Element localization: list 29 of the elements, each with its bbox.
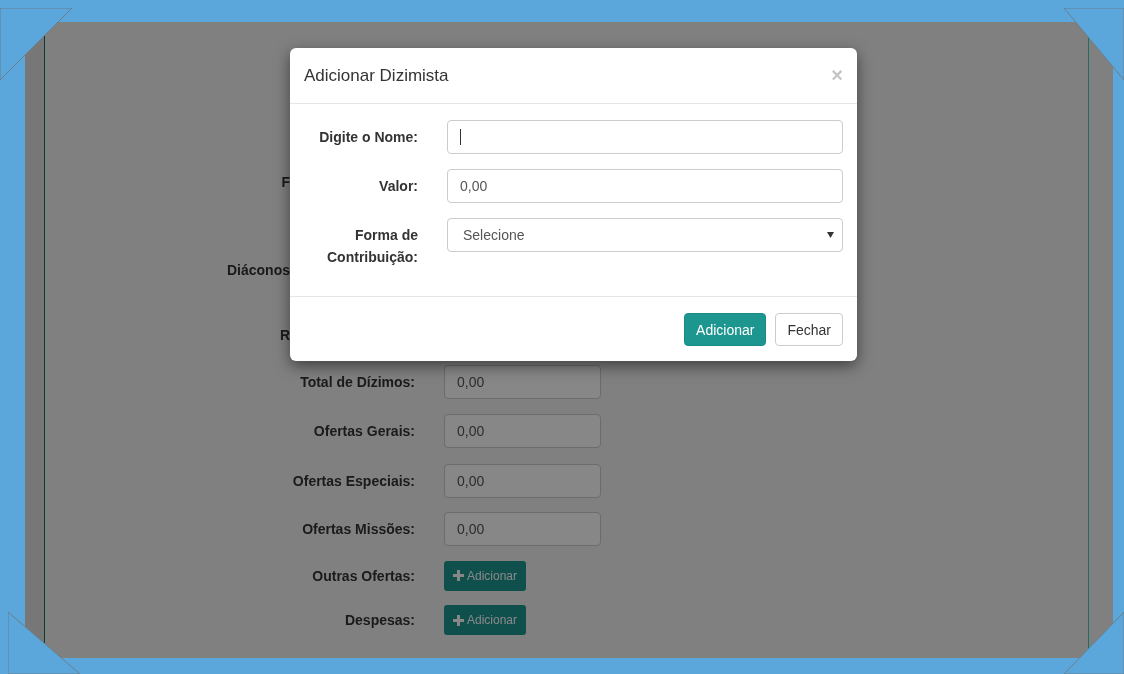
input-field[interactable]: 0,00: [444, 364, 601, 399]
input-field[interactable]: 0,00: [444, 414, 601, 448]
field-label: Despesas:: [344, 612, 415, 628]
text-cursor: [460, 129, 461, 145]
field-label: Valor:: [378, 177, 418, 196]
field-label: Outras Ofertas:: [312, 567, 415, 584]
field-label: Ofertas Gerais:: [313, 423, 415, 439]
field-label: Diáconos: [227, 261, 290, 278]
input-field[interactable]: 0,00: [447, 169, 843, 203]
plus-icon: [453, 614, 464, 626]
caret-icon: [827, 232, 834, 238]
field-label: Ofertas Missões:: [302, 521, 415, 537]
field-value: 0,00: [460, 178, 488, 194]
add-button[interactable]: Adicionar: [684, 313, 767, 346]
field-label: Forma de Contribuição:: [326, 226, 418, 267]
input-field[interactable]: [447, 120, 843, 154]
add-button[interactable]: Adicionar: [444, 605, 527, 635]
field-label: F: [281, 174, 290, 190]
input-field[interactable]: 0,00: [444, 463, 601, 498]
plus-icon: [453, 570, 464, 581]
field-label: Digite o Nome:: [318, 128, 418, 147]
input-field[interactable]: 0,00: [444, 512, 601, 546]
close-button[interactable]: Fechar: [775, 313, 843, 346]
add-button[interactable]: Adicionar: [444, 560, 527, 591]
dialog-title: Adicionar Dizimista: [304, 65, 449, 86]
field-label: R: [279, 327, 290, 343]
field-label: Total de Dízimos:: [300, 373, 415, 390]
select-dropdown[interactable]: Selecione: [447, 218, 843, 252]
field-label: Ofertas Especiais:: [292, 472, 415, 489]
